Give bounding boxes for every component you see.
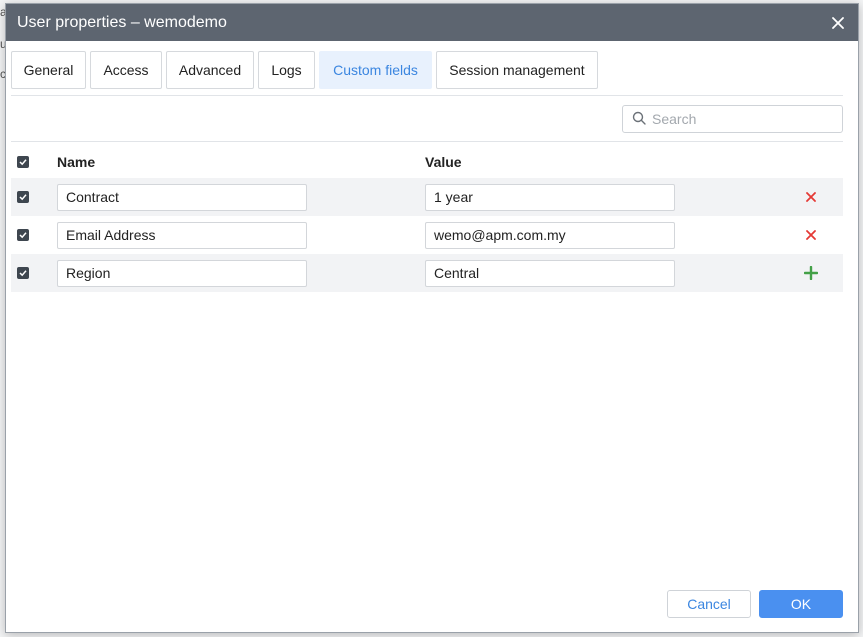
add-icon[interactable]	[803, 265, 819, 281]
tab-advanced[interactable]: Advanced	[166, 51, 254, 89]
row-checkbox[interactable]	[17, 267, 29, 279]
field-value-input[interactable]	[425, 183, 675, 211]
table-row	[11, 178, 843, 216]
table-row	[11, 216, 843, 254]
tab-session-management[interactable]: Session management	[436, 51, 598, 89]
delete-icon[interactable]	[803, 227, 819, 243]
tab-custom-fields[interactable]: Custom fields	[319, 51, 432, 89]
tab-bar: General Access Advanced Logs Custom fiel…	[11, 51, 598, 89]
field-value-input[interactable]	[425, 221, 675, 249]
search-icon	[632, 111, 646, 128]
search-divider	[11, 141, 843, 142]
tab-general[interactable]: General	[11, 51, 86, 89]
custom-fields-table: Name Value	[11, 145, 843, 292]
row-checkbox[interactable]	[17, 191, 29, 203]
column-header-name: Name	[57, 153, 96, 170]
delete-icon[interactable]	[803, 189, 819, 205]
close-icon[interactable]	[828, 13, 848, 33]
tab-logs[interactable]: Logs	[258, 51, 315, 89]
dialog-title: User properties – wemodemo	[17, 13, 227, 31]
column-header-value: Value	[425, 153, 462, 170]
ok-button[interactable]: OK	[759, 590, 843, 618]
search-input[interactable]	[652, 111, 832, 127]
field-name-input[interactable]	[57, 221, 307, 249]
table-header: Name Value	[11, 145, 843, 178]
user-properties-dialog: User properties – wemodemo	[5, 3, 859, 633]
field-name-input[interactable]	[57, 183, 307, 211]
search-box[interactable]	[622, 105, 843, 133]
select-all-checkbox[interactable]	[17, 155, 29, 168]
tab-access[interactable]: Access	[90, 51, 162, 89]
table-row	[11, 254, 843, 292]
field-value-input[interactable]	[425, 259, 675, 287]
dialog-titlebar[interactable]: User properties – wemodemo	[6, 4, 858, 41]
tabs-divider	[11, 95, 843, 96]
row-checkbox[interactable]	[17, 229, 29, 241]
field-name-input[interactable]	[57, 259, 307, 287]
cancel-button[interactable]: Cancel	[667, 590, 751, 618]
